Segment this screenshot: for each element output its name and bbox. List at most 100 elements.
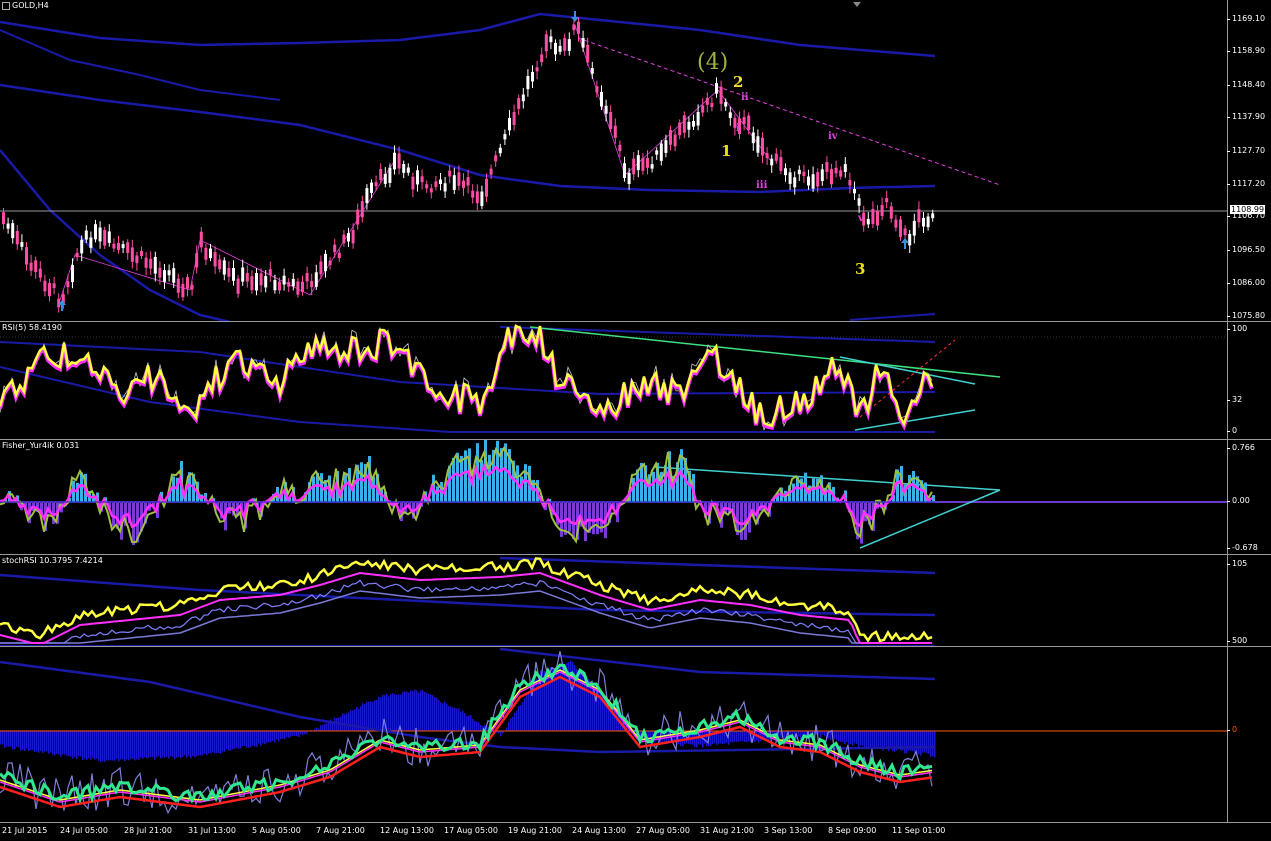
oscillator-histogram-bar xyxy=(800,731,802,740)
oscillator-histogram-bar xyxy=(928,731,930,754)
oscillator-histogram-bar xyxy=(526,692,528,731)
oscillator-histogram-bar xyxy=(158,731,160,757)
candle-body xyxy=(130,247,134,262)
candle-body xyxy=(241,267,245,282)
candle-body xyxy=(310,280,314,288)
chart-menu-icon[interactable] xyxy=(2,1,10,10)
oscillator-histogram-bar xyxy=(206,731,208,756)
oscillator-histogram-bar xyxy=(54,731,56,756)
oscillator-pane[interactable] xyxy=(0,647,1227,823)
rsi-pane[interactable]: RSI(5) 58.4190 xyxy=(0,322,1227,440)
oscillator-histogram-bar xyxy=(412,691,414,731)
candle-body xyxy=(374,182,378,187)
oscillator-histogram-bar xyxy=(0,731,2,745)
oscillator-histogram-bar xyxy=(322,724,324,731)
rsi-band-upper xyxy=(499,326,936,343)
oscillator-histogram-bar xyxy=(704,731,706,744)
candle-body xyxy=(664,140,668,153)
candle-body xyxy=(659,143,663,161)
oscillator-histogram-bar xyxy=(278,731,280,742)
oscillator-histogram-bar xyxy=(144,731,146,758)
oscillator-histogram-bar xyxy=(134,731,136,761)
oscillator-histogram-bar xyxy=(392,693,394,731)
oscillator-histogram-bar xyxy=(856,731,858,744)
candle-body xyxy=(190,284,194,290)
candle-body xyxy=(411,176,415,190)
oscillator-histogram-bar xyxy=(302,731,304,736)
oscillator-histogram-bar xyxy=(730,731,732,743)
candle-body xyxy=(347,233,350,242)
oscillator-histogram-bar xyxy=(122,731,124,760)
candle-body xyxy=(278,281,281,291)
candle-body xyxy=(379,168,383,180)
candle-body xyxy=(80,239,84,254)
time-axis[interactable]: 21 Jul 2015 24 Jul 05:00 28 Jul 21:00 31 Ju… xyxy=(0,823,1227,841)
candle-body xyxy=(719,86,723,104)
oscillator-histogram-bar xyxy=(280,731,282,739)
oscillator-histogram-bar xyxy=(926,731,928,754)
candle-body xyxy=(117,242,120,251)
candle-body xyxy=(199,231,203,248)
oscillator-histogram-bar xyxy=(282,731,284,739)
candle-body xyxy=(526,75,530,90)
oscillator-histogram-bar xyxy=(846,731,848,743)
price-scale[interactable]: 1169.10 1158.90 1148.40 1137.90 1127.70 1117.… xyxy=(1226,0,1271,322)
candle-body xyxy=(889,206,893,219)
oscillator-histogram-bar xyxy=(212,731,214,753)
scale-tick-label: 1127.70 xyxy=(1226,146,1266,155)
oscillator-histogram-bar xyxy=(380,697,382,731)
candle-body xyxy=(227,267,231,277)
oscillator-histogram-bar xyxy=(104,731,106,762)
lower-envelope-line xyxy=(0,149,231,321)
oscillator-histogram-bar xyxy=(836,731,838,741)
oscillator-histogram-bar xyxy=(12,731,14,750)
oscillator-histogram-bar xyxy=(196,731,198,757)
wave-label-i: i xyxy=(736,123,740,134)
price-chart-pane[interactable]: GOLD,H4 (4) 2 1 3 i ii iii iv v xyxy=(0,0,1227,322)
candle-body xyxy=(866,218,870,225)
candle-body xyxy=(788,172,792,184)
candle-body xyxy=(673,134,677,147)
price-plot xyxy=(0,2,1227,321)
oscillator-histogram-bar xyxy=(204,731,206,754)
oscillator-histogram-bar xyxy=(450,706,452,731)
candle-body xyxy=(885,198,889,203)
fisher-pane[interactable]: Fisher_Yur4ik 0.031 xyxy=(0,440,1227,555)
oscillator-histogram-bar xyxy=(474,720,476,731)
stochrsi-pane[interactable]: stochRSI 10.3795 7.4214 xyxy=(0,555,1227,647)
oscillator-histogram-bar xyxy=(736,731,738,742)
oscillator-histogram-bar xyxy=(258,731,260,744)
candle-body xyxy=(825,162,829,172)
oscillator-histogram-bar xyxy=(372,701,374,731)
oscillator-histogram-bar xyxy=(334,717,336,731)
candle-body xyxy=(857,198,861,206)
candle-body xyxy=(462,180,465,189)
candle-body xyxy=(2,212,5,225)
oscillator-histogram-bar xyxy=(136,731,138,760)
oscillator-histogram-bar xyxy=(872,731,874,747)
candle-body xyxy=(121,244,125,249)
candle-body xyxy=(632,158,636,175)
candle-body xyxy=(485,178,488,197)
candle-body xyxy=(52,283,56,288)
candle-body xyxy=(457,172,461,186)
oscillator-histogram-bar xyxy=(444,701,446,731)
oscillator-histogram-bar xyxy=(26,731,28,749)
oscillator-histogram-bar xyxy=(878,731,880,747)
oscillator-histogram-bar xyxy=(570,660,572,731)
oscillator-histogram-bar xyxy=(376,699,378,731)
candle-body xyxy=(324,253,327,272)
candle-body xyxy=(894,219,898,228)
candle-body xyxy=(71,265,74,283)
candle-body xyxy=(370,182,373,193)
candle-body xyxy=(291,278,295,287)
candle-body xyxy=(724,102,728,107)
scale-tick-label: 0.00 xyxy=(1227,496,1250,505)
oscillator-histogram-bar xyxy=(214,731,216,754)
candle-body xyxy=(531,71,534,82)
oscillator-histogram-bar xyxy=(844,731,846,744)
candle-body xyxy=(678,122,682,136)
oscillator-histogram-bar xyxy=(114,731,116,761)
oscillator-histogram-bar xyxy=(98,731,100,761)
oscillator-histogram-bar xyxy=(14,731,16,750)
